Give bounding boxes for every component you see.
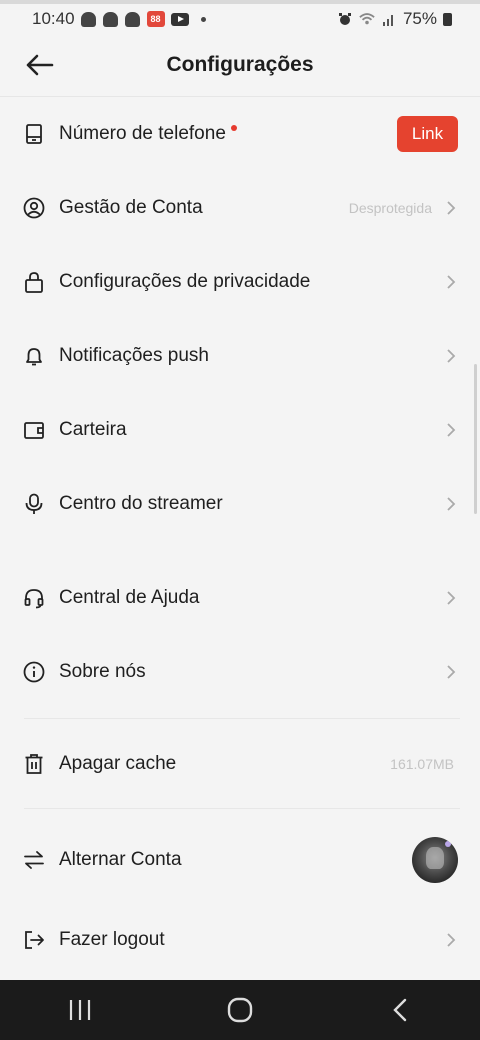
settings-item-account[interactable]: Gestão de Conta Desprotegida [0,178,480,238]
chevron-right-icon [444,931,458,949]
divider [24,808,460,809]
arrow-left-icon [26,54,54,76]
link-phone-button[interactable]: Link [397,116,458,152]
snapchat-icon [81,11,97,27]
divider [24,718,460,719]
settings-item-about[interactable]: Sobre nós [0,642,480,702]
back-button[interactable] [22,50,56,80]
switch-account-label: Alternar Conta [59,849,182,870]
cache-size: 161.07MB [390,756,454,772]
wallet-label: Carteira [59,419,127,440]
streamer-label: Centro do streamer [59,493,223,514]
swap-icon [22,848,46,872]
chevron-right-icon [444,663,458,681]
settings-item-logout[interactable]: Fazer logout [0,910,480,970]
youtube-icon [170,12,189,26]
settings-item-privacy[interactable]: Configurações de privacidade [0,252,480,312]
info-icon [22,660,46,684]
status-bar: 10:40 88 75% [0,4,480,34]
trash-icon [22,752,46,776]
chevron-right-icon [444,273,458,291]
recent-apps-icon [69,1000,91,1020]
chevron-right-icon [444,347,458,365]
scrollbar[interactable] [474,364,477,514]
settings-item-switch-account[interactable]: Alternar Conta [0,830,480,890]
wifi-icon [359,11,375,27]
home-icon [227,997,253,1023]
avatar[interactable] [412,837,458,883]
lock-icon [22,270,46,294]
phone-icon [22,122,46,146]
app-88-icon: 88 [146,11,165,27]
system-nav-bar [0,980,480,1040]
chevron-right-icon [444,589,458,607]
help-label: Central de Ajuda [59,587,200,608]
chevron-right-icon [444,495,458,513]
recent-apps-button[interactable] [50,987,110,1033]
chevron-left-icon [393,998,407,1022]
account-status: Desprotegida [348,200,432,216]
wallet-icon [22,418,46,442]
settings-item-streamer[interactable]: Centro do streamer [0,474,480,534]
phone-label: Número de telefone [59,123,226,144]
about-label: Sobre nós [59,661,146,682]
account-label: Gestão de Conta [59,197,203,218]
chevron-right-icon [444,421,458,439]
bell-icon [22,344,46,368]
cache-label: Apagar cache [59,753,177,774]
alarm-icon [337,11,353,27]
microphone-icon [22,492,46,516]
settings-item-push[interactable]: Notificações push [0,326,480,386]
settings-item-phone[interactable]: Número de telefone Link [0,104,480,164]
system-back-button[interactable] [370,987,430,1033]
chevron-right-icon [444,199,458,217]
settings-item-wallet[interactable]: Carteira [0,400,480,460]
snapchat-icon [125,11,141,27]
dot-icon [200,16,206,22]
settings-item-help[interactable]: Central de Ajuda [0,568,480,628]
battery-icon [443,12,452,26]
logout-label: Fazer logout [59,929,165,950]
settings-item-cache[interactable]: Apagar cache 161.07MB [0,734,480,794]
battery-percent: 75% [402,9,437,28]
push-label: Notificações push [59,345,209,366]
status-time: 10:40 [32,9,75,28]
user-circle-icon [22,196,46,220]
headset-icon [22,586,46,610]
privacy-label: Configurações de privacidade [59,271,311,292]
logout-icon [22,928,46,952]
home-button[interactable] [210,987,270,1033]
snapchat-icon [103,11,119,27]
header: Configurações [0,34,480,97]
signal-icon [381,11,397,27]
notification-dot [230,125,237,131]
page-title: Configurações [166,53,314,76]
